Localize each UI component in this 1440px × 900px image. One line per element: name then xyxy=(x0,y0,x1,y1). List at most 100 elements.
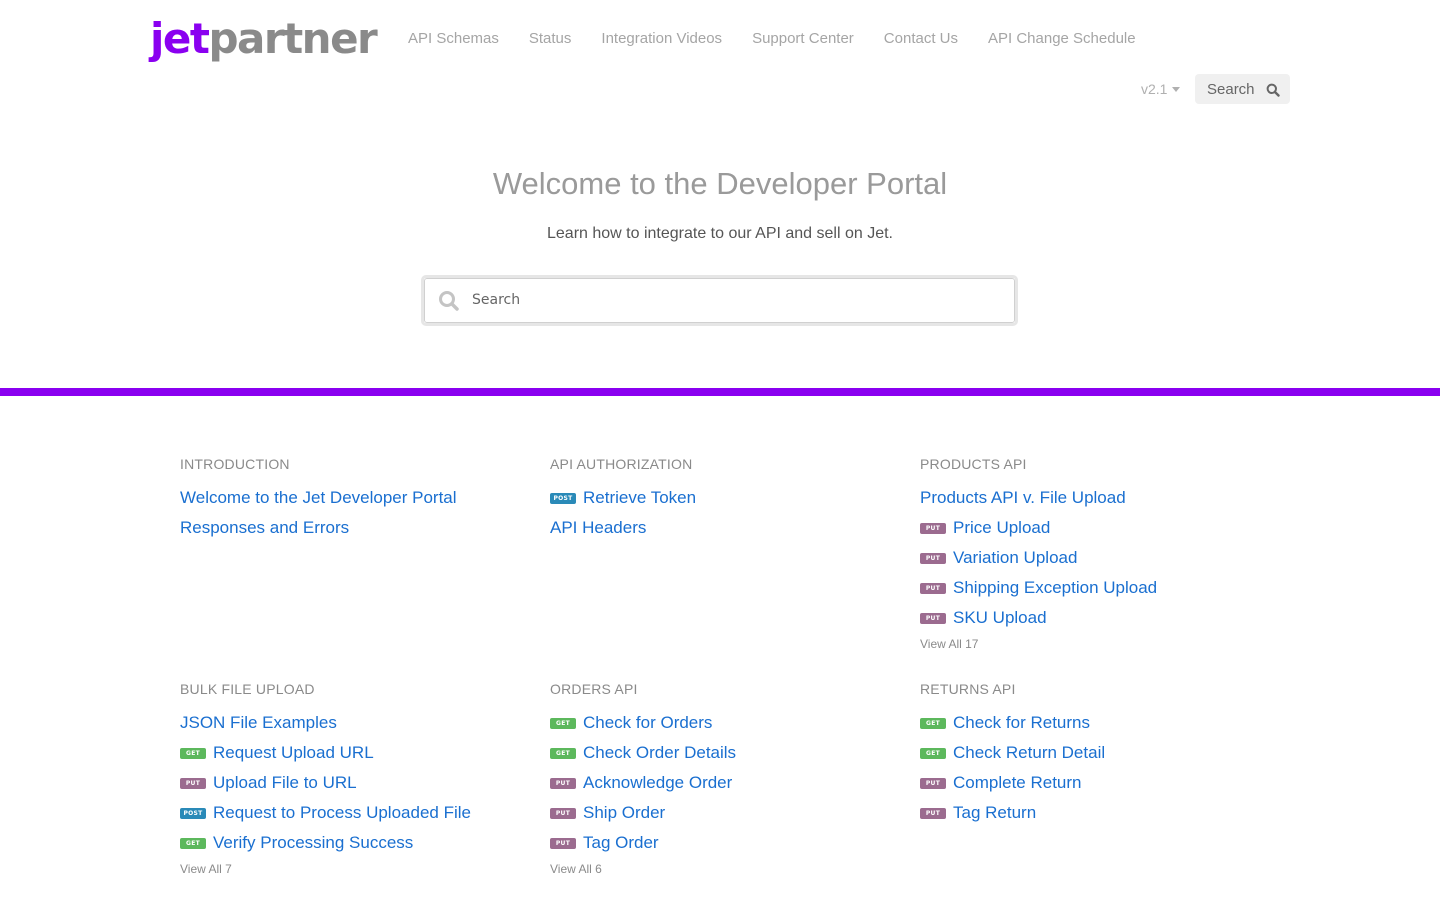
list-item: PUT Variation Upload xyxy=(920,543,1260,573)
put-method-badge: PUT xyxy=(550,837,576,849)
version-dropdown[interactable]: v2.1 xyxy=(1141,81,1181,97)
section-orders-api: ORDERS API GET Check for Orders GET Check Or… xyxy=(550,678,890,877)
endpoint-link[interactable]: JSON File Examples xyxy=(180,713,337,733)
section-title: RETURNS API xyxy=(920,681,1016,697)
endpoint-link[interactable]: Request Upload URL xyxy=(213,743,374,763)
list-item: Products API v. File Upload xyxy=(920,483,1260,513)
brand-divider xyxy=(0,388,1440,396)
endpoint-link[interactable]: Variation Upload xyxy=(953,548,1077,568)
get-method-badge: GET xyxy=(920,747,946,759)
section-bulk-file-upload: BULK FILE UPLOAD JSON File Examples GET Req… xyxy=(180,678,520,877)
endpoint-link[interactable]: Tag Order xyxy=(583,833,659,853)
get-method-badge: GET xyxy=(550,717,576,729)
nav-api-schemas[interactable]: API Schemas xyxy=(408,30,499,47)
post-method-badge: POST xyxy=(550,492,576,504)
site-header: jet partner API Schemas Status Integratio… xyxy=(0,0,1440,130)
hero-search-input[interactable] xyxy=(472,288,992,312)
endpoint-link[interactable]: Welcome to the Jet Developer Portal xyxy=(180,488,457,508)
list-item: PUT Ship Order xyxy=(550,798,890,828)
nav-support-center[interactable]: Support Center xyxy=(752,30,854,47)
list-item: POST Request to Process Uploaded File xyxy=(180,798,520,828)
list-item: PUT Tag Order xyxy=(550,828,890,858)
list-item: PUT Acknowledge Order xyxy=(550,768,890,798)
page-title: Welcome to the Developer Portal xyxy=(492,166,948,201)
endpoint-link[interactable]: Check for Orders xyxy=(583,713,712,733)
section-title: BULK FILE UPLOAD xyxy=(180,681,315,697)
view-all-link[interactable]: View All 17 xyxy=(920,637,978,651)
header-search-button[interactable]: Search xyxy=(1195,74,1290,104)
list-item: PUT Complete Return xyxy=(920,768,1260,798)
list-item: PUT Price Upload xyxy=(920,513,1260,543)
put-method-badge: PUT xyxy=(920,612,946,624)
endpoint-link[interactable]: Check Return Detail xyxy=(953,743,1105,763)
endpoint-link[interactable]: API Headers xyxy=(550,518,646,538)
list-item: PUT SKU Upload xyxy=(920,603,1260,633)
logo-jet-text: jet xyxy=(150,14,210,63)
post-method-badge: POST xyxy=(180,807,206,819)
list-item: GET Check Return Detail xyxy=(920,738,1260,768)
put-method-badge: PUT xyxy=(180,777,206,789)
endpoint-link[interactable]: Complete Return xyxy=(953,773,1082,793)
get-method-badge: GET xyxy=(180,837,206,849)
section-title: ORDERS API xyxy=(550,681,638,697)
view-all-link[interactable]: View All 6 xyxy=(550,862,602,876)
endpoint-link[interactable]: Tag Return xyxy=(953,803,1036,823)
main-nav: API Schemas Status Integration Videos Su… xyxy=(408,30,1166,47)
put-method-badge: PUT xyxy=(920,582,946,594)
list-item: PUT Tag Return xyxy=(920,798,1260,828)
caret-down-icon xyxy=(1172,86,1181,92)
endpoint-link[interactable]: Verify Processing Success xyxy=(213,833,413,853)
put-method-badge: PUT xyxy=(920,522,946,534)
list-item: GET Check Order Details xyxy=(550,738,890,768)
list-item: PUT Shipping Exception Upload xyxy=(920,573,1260,603)
put-method-badge: PUT xyxy=(550,807,576,819)
endpoint-link[interactable]: Acknowledge Order xyxy=(583,773,732,793)
list-item: GET Verify Processing Success xyxy=(180,828,520,858)
put-method-badge: PUT xyxy=(920,777,946,789)
hero-search-box xyxy=(421,275,1018,326)
list-item: PUT Upload File to URL xyxy=(180,768,520,798)
list-item: API Headers xyxy=(550,513,890,543)
endpoint-link[interactable]: Upload File to URL xyxy=(213,773,357,793)
version-label: v2.1 xyxy=(1141,81,1168,97)
endpoint-link[interactable]: Request to Process Uploaded File xyxy=(213,803,471,823)
endpoint-link[interactable]: Retrieve Token xyxy=(583,488,696,508)
page-subtitle: Learn how to integrate to our API and se… xyxy=(547,225,893,242)
endpoint-link[interactable]: Ship Order xyxy=(583,803,665,823)
list-item: GET Request Upload URL xyxy=(180,738,520,768)
section-api-authorization: API AUTHORIZATION POST Retrieve Token API H… xyxy=(550,453,890,543)
list-item: GET Check for Returns xyxy=(920,708,1260,738)
list-item: Welcome to the Jet Developer Portal xyxy=(180,483,520,513)
endpoint-link[interactable]: Products API v. File Upload xyxy=(920,488,1126,508)
endpoint-link[interactable]: Responses and Errors xyxy=(180,518,349,538)
list-item: POST Retrieve Token xyxy=(550,483,890,513)
header-search-label: Search xyxy=(1207,80,1255,98)
put-method-badge: PUT xyxy=(920,552,946,564)
endpoint-link[interactable]: Check Order Details xyxy=(583,743,736,763)
get-method-badge: GET xyxy=(920,717,946,729)
endpoint-link[interactable]: Check for Returns xyxy=(953,713,1090,733)
endpoint-link[interactable]: Shipping Exception Upload xyxy=(953,578,1157,598)
get-method-badge: GET xyxy=(550,747,576,759)
search-icon xyxy=(1266,82,1280,101)
endpoint-link[interactable]: SKU Upload xyxy=(953,608,1047,628)
section-products-api: PRODUCTS API Products API v. File Upload P… xyxy=(920,453,1260,652)
endpoint-link[interactable]: Price Upload xyxy=(953,518,1050,538)
section-title: API AUTHORIZATION xyxy=(550,456,693,472)
section-title: INTRODUCTION xyxy=(180,456,290,472)
jetpartner-logo[interactable]: jet partner xyxy=(150,14,378,63)
logo-partner-text: partner xyxy=(208,14,377,63)
nav-integration-videos[interactable]: Integration Videos xyxy=(601,30,722,47)
nav-api-change-schedule[interactable]: API Change Schedule xyxy=(988,30,1136,47)
list-item: GET Check for Orders xyxy=(550,708,890,738)
section-title: PRODUCTS API xyxy=(920,456,1027,472)
nav-contact-us[interactable]: Contact Us xyxy=(884,30,958,47)
put-method-badge: PUT xyxy=(550,777,576,789)
put-method-badge: PUT xyxy=(920,807,946,819)
nav-status[interactable]: Status xyxy=(529,30,572,47)
list-item: JSON File Examples xyxy=(180,708,520,738)
get-method-badge: GET xyxy=(180,747,206,759)
section-returns-api: RETURNS API GET Check for Returns GET Check … xyxy=(920,678,1260,828)
section-introduction: INTRODUCTION Welcome to the Jet Developer… xyxy=(180,453,520,543)
view-all-link[interactable]: View All 7 xyxy=(180,862,232,876)
